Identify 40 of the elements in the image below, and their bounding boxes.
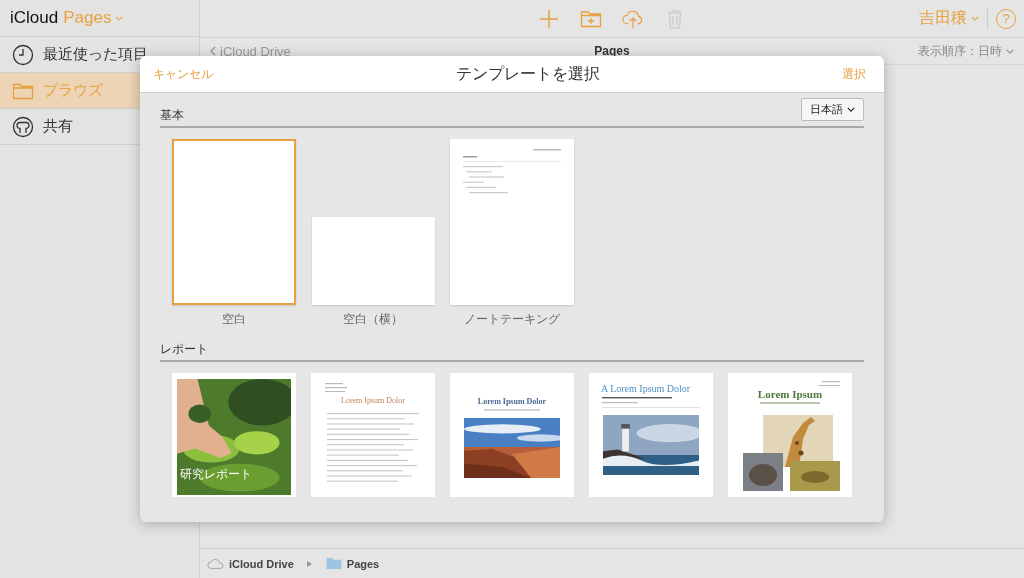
chevron-icon	[847, 107, 855, 112]
template-thumbnail[interactable]: 研究レポート	[172, 373, 296, 497]
template-thumbnail[interactable]	[172, 139, 296, 305]
person-icon	[12, 115, 34, 138]
document-heading: Lorem Ipsum Dolor	[477, 397, 547, 406]
separator-icon	[306, 560, 312, 567]
text-lines-drawing	[484, 409, 540, 411]
template-name[interactable]: 空白（横）	[343, 311, 403, 327]
text-lines-drawing	[818, 381, 840, 387]
text-lines-drawing	[325, 383, 347, 393]
document-heading: A Lorem Ipsum Dolor	[601, 383, 691, 394]
chevron-icon	[1006, 48, 1014, 54]
choose-button[interactable]: 選択	[842, 65, 866, 83]
template-thumbnail[interactable]: Lorem Ipsum	[728, 373, 852, 497]
dialog-title: テンプレートを選択	[455, 63, 600, 84]
template-name[interactable]: 空白	[222, 311, 246, 327]
brand-name: iCloud	[10, 8, 59, 28]
chevron-icon	[115, 15, 124, 21]
language-dropdown[interactable]: 日本語	[801, 98, 864, 121]
path-item[interactable]: Pages	[346, 557, 380, 570]
path-item[interactable]: iCloud Drive	[229, 557, 294, 570]
text-lines-drawing	[760, 402, 820, 405]
clock-icon	[12, 43, 34, 66]
cover-title: 研究レポート	[180, 466, 252, 483]
chevron-icon	[971, 16, 979, 21]
chevron-left-icon	[210, 46, 216, 56]
template-name[interactable]: ノートテーキング	[464, 311, 560, 327]
document-heading: Lorem Ipsum Dolor	[341, 396, 405, 406]
template-thumbnail[interactable]: Lorem Ipsum Dolor	[450, 373, 574, 497]
document-heading: Lorem Ipsum	[757, 388, 823, 401]
template-thumbnail[interactable]	[450, 139, 574, 305]
plus-icon[interactable]	[538, 7, 560, 30]
cloud-icon	[207, 557, 225, 570]
template-thumbnail[interactable]: A Lorem Ipsum Dolor	[589, 373, 713, 497]
template-thumbnail[interactable]	[311, 217, 435, 305]
template-thumbnail[interactable]: Lorem Ipsum Dolor	[311, 373, 435, 497]
section-title: 基本	[160, 107, 184, 123]
section-title: レポート	[160, 341, 208, 357]
folder-icon	[324, 557, 343, 570]
sort-menu[interactable]: 表示順序：日時	[918, 42, 1014, 60]
